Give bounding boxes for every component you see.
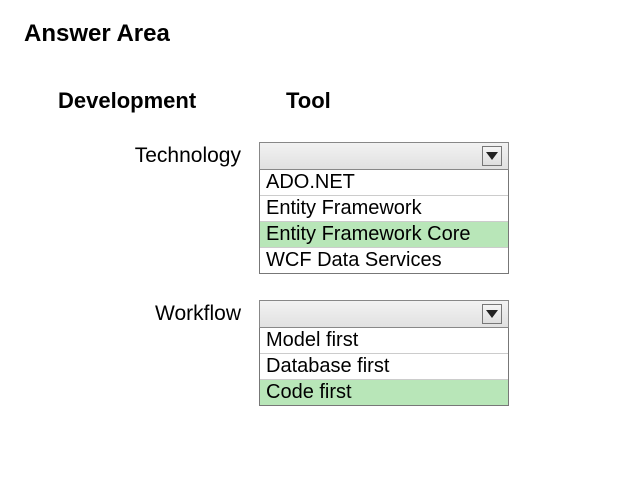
technology-option[interactable]: ADO.NET bbox=[260, 170, 508, 196]
technology-label: Technology bbox=[24, 142, 259, 168]
dropdown-arrow-box bbox=[482, 304, 502, 324]
technology-options-list: ADO.NETEntity FrameworkEntity Framework … bbox=[259, 170, 509, 274]
workflow-row: Workflow Model firstDatabase firstCode f… bbox=[24, 300, 615, 406]
columns-header: Development Tool bbox=[24, 88, 615, 114]
technology-row: Technology ADO.NETEntity FrameworkEntity… bbox=[24, 142, 615, 274]
workflow-option[interactable]: Code first bbox=[260, 380, 508, 405]
column-header-development: Development bbox=[58, 88, 258, 114]
page-title: Answer Area bbox=[24, 20, 615, 48]
chevron-down-icon bbox=[486, 310, 498, 318]
technology-option[interactable]: Entity Framework Core bbox=[260, 222, 508, 248]
technology-dropdown-group: ADO.NETEntity FrameworkEntity Framework … bbox=[259, 142, 509, 274]
workflow-option[interactable]: Database first bbox=[260, 354, 508, 380]
workflow-dropdown[interactable] bbox=[259, 300, 509, 328]
workflow-option[interactable]: Model first bbox=[260, 328, 508, 354]
chevron-down-icon bbox=[486, 152, 498, 160]
technology-dropdown[interactable] bbox=[259, 142, 509, 170]
workflow-options-list: Model firstDatabase firstCode first bbox=[259, 328, 509, 406]
technology-option[interactable]: WCF Data Services bbox=[260, 248, 508, 273]
workflow-label: Workflow bbox=[24, 300, 259, 326]
workflow-dropdown-group: Model firstDatabase firstCode first bbox=[259, 300, 509, 406]
technology-option[interactable]: Entity Framework bbox=[260, 196, 508, 222]
dropdown-arrow-box bbox=[482, 146, 502, 166]
column-header-tool: Tool bbox=[286, 88, 331, 114]
